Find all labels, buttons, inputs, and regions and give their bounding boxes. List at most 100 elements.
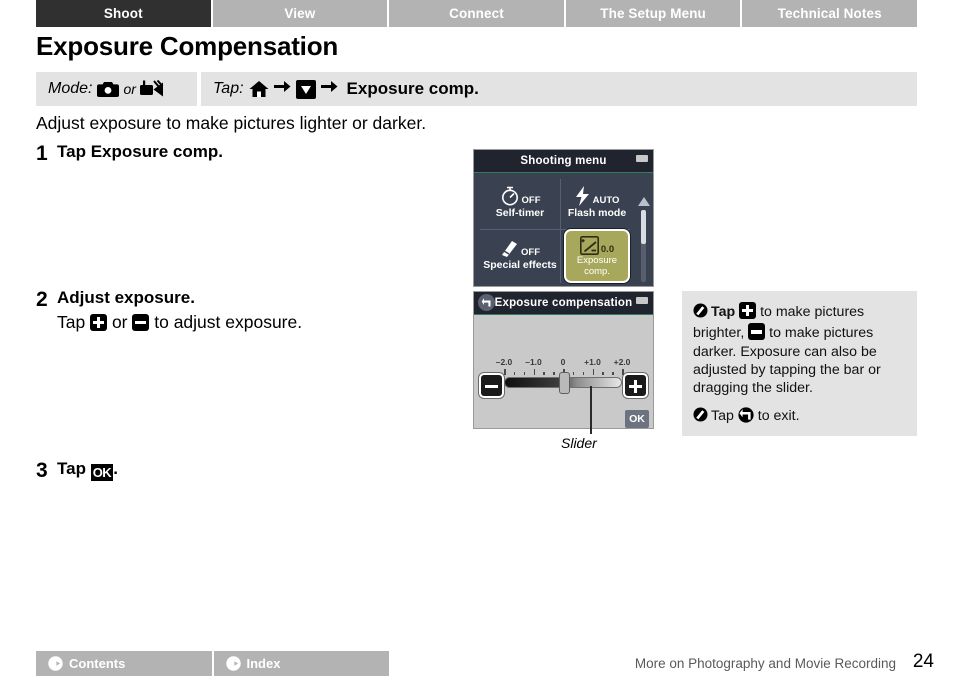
mode-cell: Mode: or — [36, 72, 197, 106]
tab-view[interactable]: View — [212, 0, 390, 27]
step-heading: Adjust exposure. — [57, 288, 302, 308]
step-number: 1 — [36, 142, 48, 165]
step-heading-bold: Adjust exposure. — [57, 288, 195, 307]
exposure-comp-label-line2: comp. — [584, 265, 610, 277]
footer-section-title: More on Photography and Movie Recording — [634, 656, 896, 671]
tab-label: The Setup Menu — [600, 6, 706, 21]
special-effects-icon — [500, 239, 519, 258]
arrow-icon — [273, 80, 291, 98]
step-sub-mid: or — [107, 312, 133, 332]
note-box: Tap to make pictures brighter, to make p… — [682, 291, 917, 436]
exposure-comp-label-line1: Exposure — [576, 254, 618, 266]
step-heading: Tap Exposure comp. — [57, 142, 223, 162]
footer-button-index[interactable]: Index — [213, 651, 389, 676]
scroll-down-arrow-icon[interactable] — [638, 286, 650, 287]
arrow-icon — [320, 80, 338, 98]
back-arrow-icon[interactable] — [478, 294, 495, 311]
note-text-d: to exit. — [753, 407, 800, 424]
note-text-c: Tap — [711, 407, 738, 424]
tap-path-cell: Tap: Exposure comp. — [201, 72, 917, 106]
tab-setup-menu[interactable]: The Setup Menu — [565, 0, 743, 27]
menu-item-special-effects[interactable]: OFF Special effects — [482, 231, 558, 279]
note-paragraph-1: Tap to make pictures brighter, to make p… — [693, 302, 905, 398]
battery-icon — [636, 297, 648, 304]
battery-icon — [636, 155, 648, 162]
or-label: or — [123, 81, 136, 97]
step-heading-prefix: Tap — [57, 142, 91, 161]
menu-item-self-timer[interactable]: OFF Self-timer — [484, 179, 556, 227]
exposure-slider-thumb[interactable] — [559, 372, 570, 394]
back-arrow-icon — [738, 406, 754, 423]
exposure-titlebar: Exposure compensation — [474, 292, 653, 315]
footer-button-label: Contents — [69, 656, 126, 671]
tab-label: Shoot — [103, 6, 143, 21]
minus-button[interactable] — [479, 373, 504, 398]
menu-icon-row: 0.0 — [579, 235, 614, 255]
shooting-menu-screenshot: Shooting menu OFF Self-timer AUTO Flash … — [473, 149, 654, 287]
callout-leader-line — [590, 386, 592, 434]
scale-label: +2.0 — [613, 357, 631, 367]
menu-icon-row: OFF — [500, 239, 540, 258]
scale-label: –1.0 — [525, 357, 542, 367]
plus-button[interactable] — [623, 373, 648, 398]
self-timer-icon — [500, 186, 520, 206]
step-1: 1 Tap Exposure comp. — [36, 142, 223, 166]
exposure-scale: –2.0 –1.0 0 +1.0 +2.0 — [496, 357, 630, 375]
scale-label: –2.0 — [495, 357, 513, 367]
menu-icon-row: OFF — [500, 186, 541, 206]
step-subtext: Tap or to adjust exposure. — [57, 312, 302, 333]
shooting-menu-titlebar: Shooting menu — [474, 150, 653, 173]
minus-button-icon — [748, 323, 766, 341]
step-heading-suffix: . — [113, 459, 118, 478]
step-heading: Tap OK. — [57, 459, 118, 481]
menu-item-value: OFF — [521, 246, 540, 258]
pencil-note-icon — [693, 303, 708, 323]
menu-item-exposure-comp-highlighted[interactable]: 0.0 Exposure comp. — [564, 229, 630, 283]
step-3: 3 Tap OK. — [36, 459, 118, 483]
step-sub-pre: Tap — [57, 312, 91, 332]
tab-technical-notes[interactable]: Technical Notes — [742, 0, 917, 27]
menu-divider-vertical — [560, 179, 561, 283]
ok-button-icon: OK — [90, 464, 114, 481]
footer-button-label: Index — [246, 656, 281, 671]
exposure-compensation-screenshot: Exposure compensation –2.0 –1.0 0 +1.0 +… — [473, 291, 654, 429]
home-icon — [249, 80, 269, 98]
arrow-right-circle-icon — [225, 656, 241, 671]
menu-icon-row: AUTO — [575, 186, 620, 207]
ok-button[interactable]: OK — [625, 410, 649, 428]
scroll-thumb[interactable] — [641, 210, 646, 244]
footer-buttons: Contents Index — [36, 651, 389, 676]
step-number: 3 — [36, 459, 48, 482]
tab-connect[interactable]: Connect — [389, 0, 566, 27]
minus-button-icon — [132, 314, 150, 331]
exposure-comp-icon — [579, 235, 599, 255]
intro-text: Adjust exposure to make pictures lighter… — [36, 113, 427, 133]
step-number: 2 — [36, 288, 48, 311]
scale-label: +1.0 — [584, 357, 601, 367]
menu-down-triangle-icon — [295, 79, 316, 99]
menu-item-value: OFF — [521, 195, 541, 207]
menu-item-value: AUTO — [592, 195, 620, 207]
tap-target-label: Exposure comp. — [346, 79, 479, 98]
footer-button-contents[interactable]: Contents — [36, 651, 214, 676]
tab-shoot[interactable]: Shoot — [36, 0, 213, 27]
scroll-track[interactable] — [641, 210, 646, 282]
exposure-title: Exposure compensation — [494, 297, 633, 309]
menu-item-label: Self-timer — [495, 207, 545, 220]
exposure-body: –2.0 –1.0 0 +1.0 +2.0 OK — [474, 315, 653, 428]
shooting-menu-grid: OFF Self-timer AUTO Flash mode OFF Speci… — [474, 173, 653, 287]
menu-item-flash-mode[interactable]: AUTO Flash mode — [564, 179, 630, 227]
arrow-right-circle-icon — [48, 656, 63, 671]
step-sub-post: to adjust exposure. — [149, 312, 303, 332]
tap-label: Tap: — [213, 80, 244, 97]
plus-button-icon — [739, 302, 757, 319]
tab-label: Connect — [449, 6, 504, 21]
still-camera-icon — [97, 80, 120, 98]
menu-item-label: Special effects — [483, 258, 557, 271]
top-tab-bar: Shoot View Connect The Setup Menu Techni… — [36, 0, 917, 27]
mode-label: Mode: — [48, 80, 93, 97]
note-paragraph-2: Tap to exit. — [693, 406, 905, 427]
footer-page-number: 24 — [912, 651, 934, 672]
scroll-up-arrow-icon[interactable] — [637, 197, 650, 206]
menu-scrollbar[interactable] — [636, 197, 651, 287]
